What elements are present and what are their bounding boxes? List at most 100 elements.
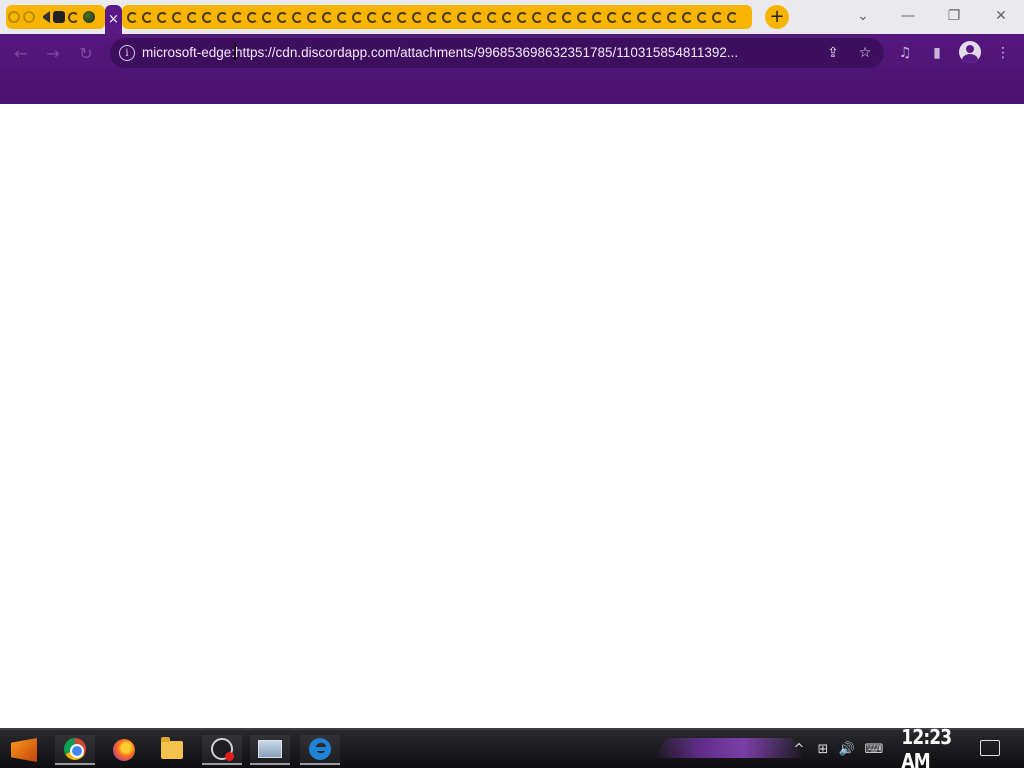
- tab-edge-grouped[interactable]: [680, 6, 695, 28]
- minimize-button[interactable]: —: [893, 4, 923, 28]
- edge-icon: [472, 11, 483, 23]
- tab-edge-grouped[interactable]: [545, 6, 560, 28]
- tab-edge-grouped[interactable]: [395, 6, 410, 28]
- edge-icon: [607, 11, 618, 23]
- volume-icon[interactable]: 🔊: [837, 738, 857, 760]
- tab-edge-grouped[interactable]: [575, 6, 590, 28]
- tab-edge-grouped[interactable]: [560, 6, 575, 28]
- tab-edge-grouped[interactable]: [695, 6, 710, 28]
- edge-icon: [309, 738, 331, 760]
- url-text[interactable]: microsoft-edge:https://cdn.discordapp.co…: [142, 44, 822, 62]
- tab-edge-grouped[interactable]: [635, 6, 650, 28]
- tab-edge-grouped[interactable]: [305, 6, 320, 28]
- tab-edge-grouped[interactable]: [155, 6, 170, 28]
- tab-edge-grouped[interactable]: [260, 6, 275, 28]
- edge-icon: [457, 11, 468, 23]
- tab-edge-grouped[interactable]: [215, 6, 230, 28]
- tab-edge-grouped[interactable]: [350, 6, 365, 28]
- tray-chevron-icon[interactable]: ^: [792, 738, 806, 760]
- site-info-icon[interactable]: i: [119, 45, 135, 61]
- edge-icon: [667, 11, 678, 23]
- forward-button[interactable]: →: [42, 42, 64, 64]
- edge-tab-group: [122, 5, 752, 29]
- tab-edge-grouped[interactable]: [620, 6, 635, 28]
- chrome-icon: [64, 738, 86, 760]
- tab-edge-grouped[interactable]: [530, 6, 545, 28]
- tab-edge-grouped[interactable]: [425, 6, 440, 28]
- edge-icon: [622, 11, 633, 23]
- tab-edge-grouped[interactable]: [125, 6, 140, 28]
- tab-edge-grouped[interactable]: [605, 6, 620, 28]
- taskbar-photos[interactable]: [250, 735, 290, 765]
- address-bar[interactable]: i microsoft-edge:https://cdn.discordapp.…: [110, 38, 884, 68]
- taskbar-edge[interactable]: [300, 735, 340, 765]
- edge-icon: [157, 11, 168, 23]
- menu-icon[interactable]: ⋮: [992, 42, 1014, 64]
- edge-icon: [172, 11, 183, 23]
- tab-edge-grouped[interactable]: [590, 6, 605, 28]
- tab-edge-grouped[interactable]: [200, 6, 215, 28]
- tab-edge-grouped[interactable]: [245, 6, 260, 28]
- tab-edge-grouped[interactable]: [290, 6, 305, 28]
- edge-icon: [232, 11, 243, 23]
- tab-edge-grouped[interactable]: [470, 6, 485, 28]
- tab-edge-grouped[interactable]: [365, 6, 380, 28]
- start-button[interactable]: [4, 735, 44, 765]
- page-content: [0, 104, 1024, 728]
- taskbar-chrome[interactable]: [55, 735, 95, 765]
- tab-edge-grouped[interactable]: [275, 6, 290, 28]
- tab-edge-grouped[interactable]: [230, 6, 245, 28]
- tab-edge-grouped[interactable]: [725, 6, 740, 28]
- taskbar-file-explorer[interactable]: [152, 735, 192, 765]
- media-control-icon[interactable]: ♫: [894, 42, 916, 64]
- tab-edge-grouped[interactable]: [440, 6, 455, 28]
- edge-icon: [382, 11, 393, 23]
- tab-edge-grouped[interactable]: [410, 6, 425, 28]
- edge-icon: [562, 11, 573, 23]
- tab-edge-grouped[interactable]: [515, 6, 530, 28]
- bookmark-star-icon[interactable]: ☆: [856, 44, 874, 62]
- taskbar-clock[interactable]: 12:23 AM: [901, 725, 962, 773]
- tab-google-2[interactable]: [21, 6, 36, 28]
- taskbar-obs[interactable]: [202, 735, 242, 765]
- tab-edge-grouped[interactable]: [665, 6, 680, 28]
- tab-edge-grouped[interactable]: [140, 6, 155, 28]
- side-panel-icon[interactable]: ▮: [926, 42, 948, 64]
- tab-edge-grouped[interactable]: [455, 6, 470, 28]
- tab-search-button[interactable]: ⌄: [848, 4, 878, 28]
- tab-edge[interactable]: [66, 6, 81, 28]
- tab-edge-grouped[interactable]: [500, 6, 515, 28]
- tab-ball[interactable]: [81, 6, 96, 28]
- profile-avatar[interactable]: [959, 41, 981, 63]
- edge-icon: [307, 11, 318, 23]
- new-tab-button[interactable]: +: [765, 5, 789, 29]
- active-tab-close[interactable]: ×: [105, 5, 122, 34]
- close-window-button[interactable]: ✕: [986, 4, 1016, 28]
- tab-edge-grouped[interactable]: [380, 6, 395, 28]
- network-icon[interactable]: ⊞: [814, 738, 832, 760]
- edge-icon: [397, 11, 408, 23]
- tab-edge-grouped[interactable]: [185, 6, 200, 28]
- tab-edge-grouped[interactable]: [650, 6, 665, 28]
- close-icon[interactable]: ×: [108, 12, 119, 27]
- edge-icon: [442, 11, 453, 23]
- tab-edge-grouped[interactable]: [335, 6, 350, 28]
- tab-edge-grouped[interactable]: [485, 6, 500, 28]
- edge-icon: [637, 11, 648, 23]
- taskbar-firefox[interactable]: [104, 735, 144, 765]
- notification-center-icon[interactable]: [980, 740, 1000, 756]
- restore-button[interactable]: ❐: [939, 4, 969, 28]
- reload-button[interactable]: ↻: [75, 42, 97, 64]
- tab-google-1[interactable]: [6, 6, 21, 28]
- back-button[interactable]: ←: [10, 42, 32, 64]
- tab-edge-grouped[interactable]: [710, 6, 725, 28]
- share-icon[interactable]: ⇪: [824, 44, 842, 62]
- tab-strip: × + ⌄ — ❐ ✕: [0, 0, 1024, 34]
- tab-edge-grouped[interactable]: [320, 6, 335, 28]
- tab-skull[interactable]: [51, 6, 66, 28]
- edge-icon: [427, 11, 438, 23]
- keyboard-icon[interactable]: ⌨: [862, 738, 886, 760]
- edge-icon: [262, 11, 273, 23]
- tab-audio[interactable]: [36, 6, 51, 28]
- tab-edge-grouped[interactable]: [170, 6, 185, 28]
